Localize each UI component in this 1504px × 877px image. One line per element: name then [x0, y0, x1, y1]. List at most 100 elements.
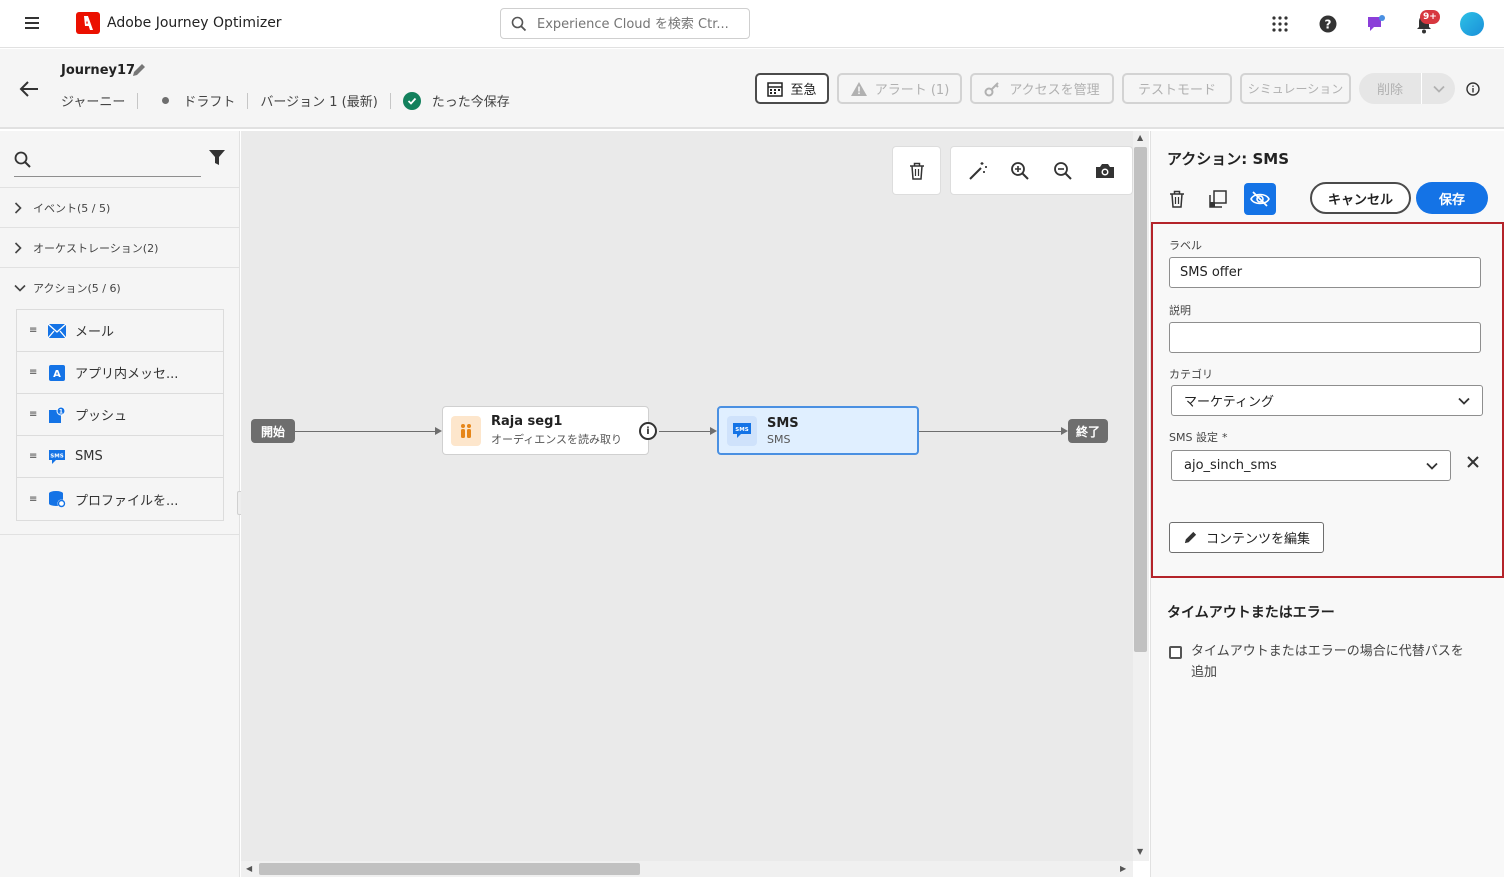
drag-handle-icon[interactable]: ≡	[29, 325, 37, 336]
category-orchestration[interactable]: オーケストレーション(2)	[0, 227, 240, 267]
trash-icon[interactable]	[1161, 183, 1193, 215]
drag-handle-icon[interactable]: ≡	[29, 367, 37, 378]
action-sms-label: SMS	[75, 449, 103, 464]
email-icon	[47, 322, 67, 340]
pencil-icon	[1184, 531, 1197, 544]
alert-button[interactable]: アラート (1)	[837, 73, 962, 104]
node-info-icon[interactable]: i	[639, 422, 657, 440]
audience-node[interactable]: Raja seg1 オーディエンスを読み取り	[442, 406, 649, 455]
connector-arrow-icon	[435, 427, 442, 435]
sms-icon-text: SMS	[735, 427, 748, 433]
crumb-type: ジャーニー	[61, 95, 126, 110]
action-sms[interactable]: ≡ SMS SMS	[17, 436, 223, 478]
svg-text:1: 1	[59, 408, 63, 415]
canvas-horizontal-scrollbar[interactable]: ◀ ▶	[241, 861, 1133, 877]
category-actions[interactable]: アクション(5 / 6)	[0, 267, 240, 307]
journey-name: Journey17	[61, 63, 136, 78]
notification-badge: 9+	[1420, 10, 1440, 24]
profile-update-icon	[47, 490, 67, 508]
action-push[interactable]: ≡ 1 プッシュ	[17, 394, 223, 436]
canvas-delete-button[interactable]	[892, 146, 941, 195]
info-icon[interactable]	[1466, 82, 1480, 100]
description-field-label: 説明	[1169, 304, 1191, 317]
back-arrow-icon[interactable]	[18, 79, 40, 99]
camera-icon[interactable]	[1092, 158, 1118, 184]
journey-canvas[interactable]: 開始 Raja seg1 オーディエンスを読み取り i SMS SMS SMS …	[241, 131, 1133, 861]
sms-config-field-label: SMS 設定 *	[1169, 431, 1228, 444]
magic-wand-icon[interactable]	[965, 158, 991, 184]
action-in-app-label: アプリ内メッセ...	[75, 367, 179, 382]
hide-eye-icon[interactable]	[1244, 183, 1276, 215]
delete-label[interactable]: 削除	[1359, 79, 1421, 98]
test-mode-button[interactable]: テストモード	[1122, 73, 1232, 104]
drag-handle-icon[interactable]: ≡	[29, 494, 37, 505]
action-email[interactable]: ≡ メール	[17, 310, 223, 352]
global-search[interactable]	[500, 8, 750, 39]
drag-handle-icon[interactable]: ≡	[29, 451, 37, 462]
manage-access-button[interactable]: アクセスを管理	[970, 73, 1114, 104]
chevron-right-icon	[14, 201, 26, 214]
zoom-out-icon[interactable]	[1050, 158, 1076, 184]
simulation-label: シミュレーション	[1247, 82, 1344, 96]
connector-line	[919, 431, 1062, 432]
description-field[interactable]	[1169, 322, 1481, 353]
save-button[interactable]: 保存	[1416, 182, 1488, 214]
timeout-checkbox[interactable]	[1169, 646, 1182, 659]
user-avatar[interactable]	[1460, 12, 1484, 36]
canvas-vertical-scrollbar[interactable]: ▲ ▼	[1133, 131, 1149, 861]
apps-grid-icon[interactable]	[1268, 12, 1292, 36]
category-events-label: イベント(5 / 5)	[33, 201, 111, 215]
start-node[interactable]: 開始	[251, 419, 295, 443]
action-update-profile[interactable]: ≡ プロファイルを...	[17, 478, 223, 520]
svg-text:?: ?	[1325, 18, 1332, 32]
alert-label: アラート (1)	[874, 83, 950, 98]
edit-pencil-icon[interactable]	[131, 62, 147, 82]
duplicate-icon[interactable]	[1202, 183, 1234, 215]
actions-list: ≡ メール ≡ A アプリ内メッセ... ≡ 1 プッシュ ≡ SMS SMS …	[16, 309, 224, 521]
palette-search[interactable]	[14, 143, 201, 177]
timeout-checkbox-label[interactable]: タイムアウトまたはエラーの場合に代替パスを追加	[1191, 641, 1471, 683]
simulation-button[interactable]: シミュレーション	[1240, 73, 1351, 104]
category-select[interactable]: マーケティング	[1171, 385, 1483, 416]
trash-icon	[909, 162, 924, 180]
adobe-logo-icon	[76, 12, 100, 34]
category-events[interactable]: イベント(5 / 5)	[0, 187, 240, 227]
status-dot-icon	[162, 97, 170, 104]
end-node[interactable]: 終了	[1068, 419, 1108, 443]
edit-content-button[interactable]: コンテンツを編集	[1169, 522, 1324, 553]
help-icon[interactable]: ?	[1316, 12, 1340, 36]
delete-split-button[interactable]: 削除	[1359, 73, 1455, 104]
search-icon	[14, 151, 32, 173]
menu-icon[interactable]	[22, 14, 42, 34]
chevron-down-icon[interactable]	[1422, 85, 1455, 93]
feedback-chat-icon[interactable]	[1364, 12, 1388, 36]
sms-node[interactable]: SMS SMS SMS	[717, 406, 919, 455]
sms-icon: SMS	[727, 415, 757, 446]
sms-node-title: SMS	[767, 415, 799, 431]
zoom-in-icon[interactable]	[1007, 158, 1033, 184]
sms-config-select-value: ajo_sinch_sms	[1184, 458, 1277, 473]
action-properties-section: ラベル SMS offer 説明 カテゴリ マーケティング SMS 設定 * aj…	[1151, 222, 1504, 578]
drag-handle-icon[interactable]: ≡	[29, 409, 37, 420]
filter-icon[interactable]	[208, 149, 226, 171]
global-search-input[interactable]	[537, 13, 742, 35]
clear-close-icon[interactable]	[1465, 454, 1481, 470]
timeout-section-title: タイムアウトまたはエラー	[1167, 605, 1335, 621]
cancel-button[interactable]: キャンセル	[1310, 182, 1411, 214]
action-in-app[interactable]: ≡ A アプリ内メッセ...	[17, 352, 223, 394]
schedule-label: 至急	[790, 83, 817, 98]
connector-arrow-icon	[1061, 427, 1068, 435]
sms-config-select[interactable]: ajo_sinch_sms	[1171, 450, 1451, 481]
canvas-toolbar	[950, 146, 1133, 195]
status-text: ドラフト	[183, 95, 236, 110]
svg-text:SMS: SMS	[50, 453, 63, 459]
label-field[interactable]: SMS offer	[1169, 257, 1481, 288]
category-field-label: カテゴリ	[1169, 368, 1213, 381]
schedule-button[interactable]: 至急	[755, 73, 829, 104]
category-actions-label: アクション(5 / 6)	[33, 281, 121, 295]
key-icon	[984, 81, 1000, 96]
journey-breadcrumb: ジャーニー ドラフト バージョン 1 (最新) たった今保存	[61, 91, 510, 110]
audience-node-subtitle: オーディエンスを読み取り	[491, 433, 623, 446]
sms-icon: SMS	[47, 448, 67, 466]
action-email-label: メール	[75, 325, 115, 340]
